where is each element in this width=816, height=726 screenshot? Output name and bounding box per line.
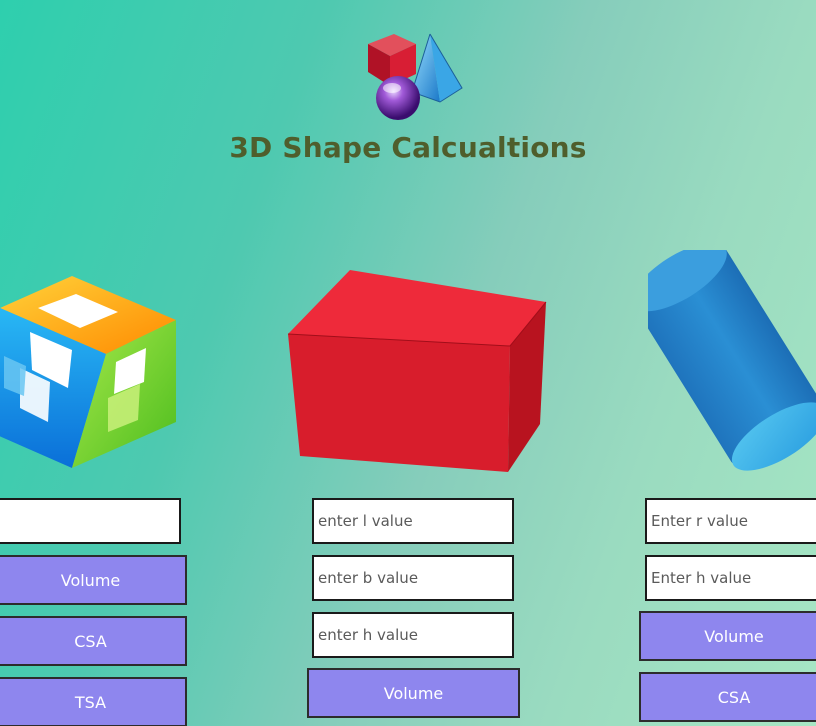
3d-shapes-logo-icon bbox=[368, 33, 463, 120]
cylinder-image bbox=[648, 250, 816, 471]
cuboid-volume-button[interactable]: Volume bbox=[307, 668, 520, 718]
cube-image bbox=[0, 276, 176, 468]
cube-volume-button[interactable]: Volume bbox=[0, 555, 187, 605]
cylinder-csa-button[interactable]: CSA bbox=[639, 672, 816, 722]
cube-tsa-button[interactable]: TSA bbox=[0, 677, 187, 726]
cuboid-breadth-input[interactable] bbox=[312, 555, 514, 601]
cylinder-radius-input[interactable] bbox=[645, 498, 816, 544]
cuboid-image bbox=[287, 270, 547, 472]
cube-side-input[interactable] bbox=[0, 498, 181, 544]
cylinder-volume-button[interactable]: Volume bbox=[639, 611, 816, 661]
cylinder-height-input[interactable] bbox=[645, 555, 816, 601]
page-title: 3D Shape Calcualtions bbox=[229, 131, 587, 164]
cube-csa-button[interactable]: CSA bbox=[0, 616, 187, 666]
cuboid-length-input[interactable] bbox=[312, 498, 514, 544]
cuboid-height-input[interactable] bbox=[312, 612, 514, 658]
